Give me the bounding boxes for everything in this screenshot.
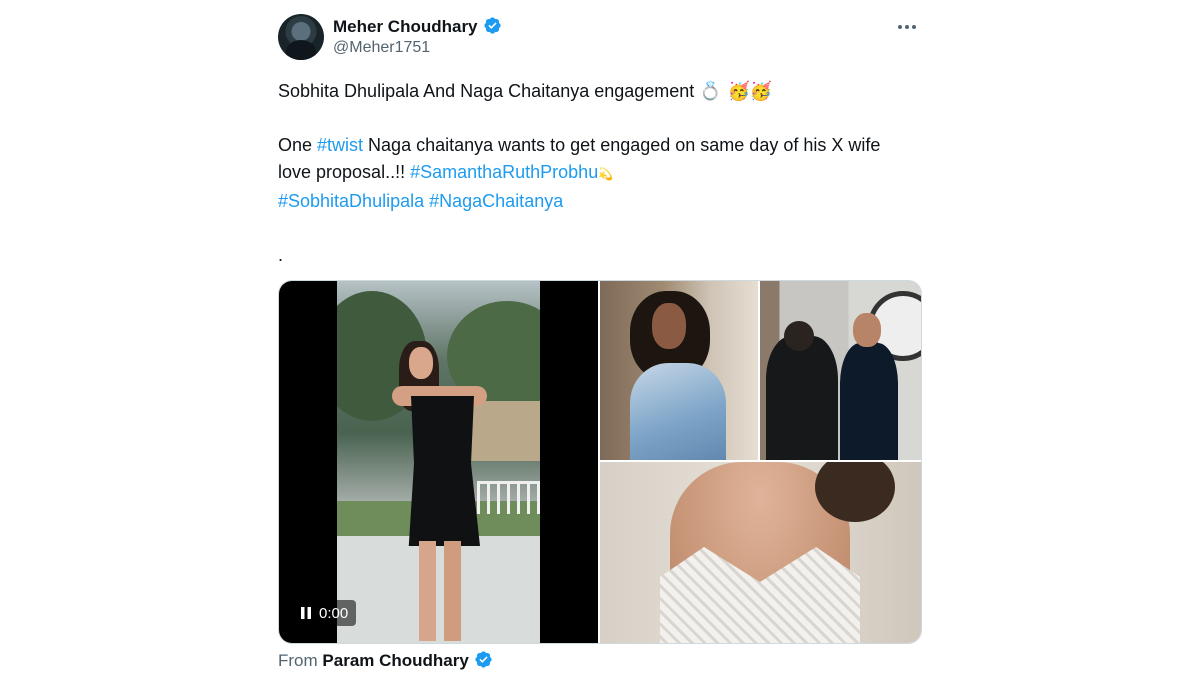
tweet-headline: Sobhita Dhulipala And Naga Chaitanya eng… xyxy=(278,81,695,101)
tweet[interactable]: Meher Choudhary @Meher1751 Sobhita Dhuli… xyxy=(278,12,922,672)
video-frame xyxy=(337,281,540,643)
hashtag-nagachaitanya[interactable]: #NagaChaitanya xyxy=(429,191,563,211)
tweet-trailing-dot: . xyxy=(278,245,284,265)
hashtag-samantha[interactable]: #SamanthaRuthProbhu xyxy=(410,162,598,182)
media-photo-2[interactable] xyxy=(760,281,921,460)
avatar-figure xyxy=(286,40,316,60)
media-photo-1[interactable] xyxy=(600,281,758,460)
tweet-paragraph-2: One #twist Naga chaitanya wants to get e… xyxy=(278,132,918,215)
tweet-text-segment: One xyxy=(278,135,318,155)
author-name[interactable]: Meher Choudhary xyxy=(333,17,478,36)
tweet-line-1: Sobhita Dhulipala And Naga Chaitanya eng… xyxy=(278,78,918,105)
video-timestamp: 0:00 xyxy=(319,604,349,622)
hashtag-twist[interactable]: #twist xyxy=(317,135,363,155)
tweet-text: Sobhita Dhulipala And Naga Chaitanya eng… xyxy=(278,78,918,269)
author-name-row[interactable]: Meher Choudhary xyxy=(333,16,502,37)
from-label: From xyxy=(278,651,318,670)
from-attribution: From Param Choudhary xyxy=(278,650,493,671)
video-controls: 0:00 xyxy=(293,600,357,626)
more-options-icon[interactable] xyxy=(892,15,922,39)
avatar[interactable] xyxy=(278,14,324,60)
media-grid: 0:00 xyxy=(278,280,922,644)
from-user-name[interactable]: Param Choudhary xyxy=(322,651,468,670)
pause-icon[interactable] xyxy=(301,607,311,619)
sparkle-emoji: 💫 xyxy=(598,167,614,181)
media-photo-3[interactable] xyxy=(600,462,921,643)
video-player[interactable]: 0:00 xyxy=(279,281,598,643)
tweet-headline-emoji: 💍 🥳🥳 xyxy=(699,81,773,102)
author-handle[interactable]: @Meher1751 xyxy=(333,39,430,57)
verified-badge-icon xyxy=(475,651,492,668)
verified-badge-icon xyxy=(483,17,501,34)
hashtag-sobhita[interactable]: #SobhitaDhulipala xyxy=(278,191,424,211)
